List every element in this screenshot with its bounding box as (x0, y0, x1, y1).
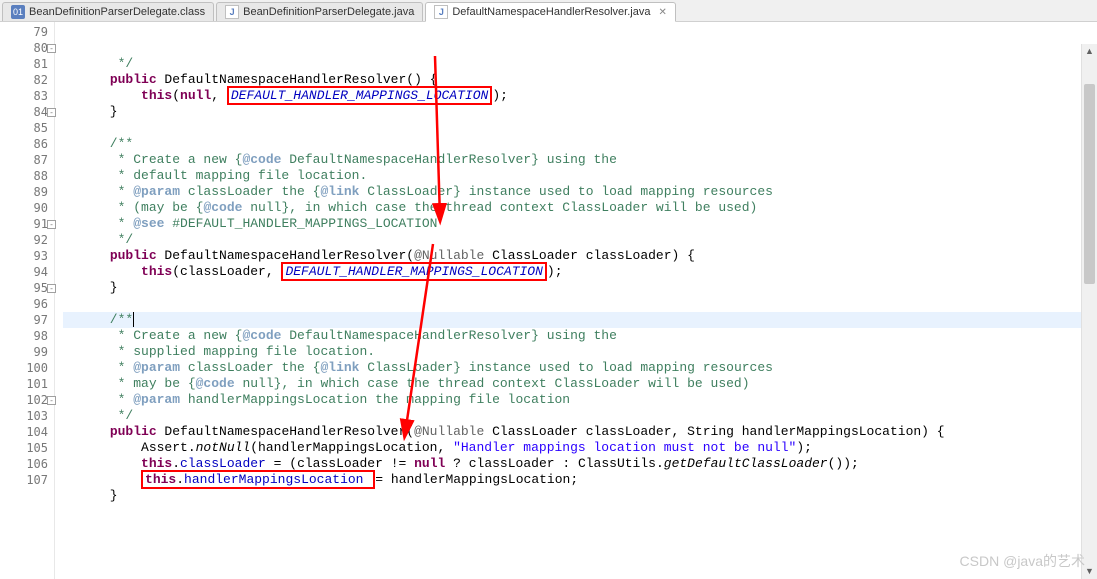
line-number: 104 (0, 424, 54, 440)
code-line[interactable] (63, 296, 1097, 312)
tab-defaultns-java[interactable]: J DefaultNamespaceHandlerResolver.java ✕ (425, 2, 676, 22)
code-line[interactable]: * default mapping file location. (63, 168, 1097, 184)
line-number: 91- (0, 216, 54, 232)
editor-tabs: 01 BeanDefinitionParserDelegate.class J … (0, 0, 1097, 22)
line-number: 84- (0, 104, 54, 120)
line-number: 102- (0, 392, 54, 408)
scroll-up-icon[interactable]: ▲ (1082, 44, 1097, 59)
line-number: 107 (0, 472, 54, 488)
close-icon[interactable]: ✕ (658, 7, 666, 18)
line-number: 95- (0, 280, 54, 296)
tab-label: BeanDefinitionParserDelegate.class (29, 6, 205, 18)
tab-label: BeanDefinitionParserDelegate.java (243, 6, 414, 18)
editor-area: 7980-81828384-85868788899091-92939495-96… (0, 22, 1097, 579)
tab-beandef-class[interactable]: 01 BeanDefinitionParserDelegate.class (2, 2, 214, 21)
line-number: 105 (0, 440, 54, 456)
line-number: 82 (0, 72, 54, 88)
line-number: 94 (0, 264, 54, 280)
line-number: 96 (0, 296, 54, 312)
code-line[interactable]: * may be {@code null}, in which case the… (63, 376, 1097, 392)
code-line[interactable]: /** (63, 136, 1097, 152)
line-number: 90 (0, 200, 54, 216)
scroll-thumb[interactable] (1084, 84, 1095, 284)
line-number: 97 (0, 312, 54, 328)
line-number: 101 (0, 376, 54, 392)
code-line[interactable]: } (63, 104, 1097, 120)
code-line[interactable]: * supplied mapping file location. (63, 344, 1097, 360)
line-number: 83 (0, 88, 54, 104)
line-number: 86 (0, 136, 54, 152)
code-line[interactable]: this(classLoader, DEFAULT_HANDLER_MAPPIN… (63, 264, 1097, 280)
line-number: 81 (0, 56, 54, 72)
line-number: 103 (0, 408, 54, 424)
code-line[interactable]: * @see #DEFAULT_HANDLER_MAPPINGS_LOCATIO… (63, 216, 1097, 232)
line-number: 88 (0, 168, 54, 184)
line-number: 106 (0, 456, 54, 472)
line-number: 93 (0, 248, 54, 264)
code-line[interactable]: public DefaultNamespaceHandlerResolver(@… (63, 248, 1097, 264)
line-number: 99 (0, 344, 54, 360)
line-number: 85 (0, 120, 54, 136)
code-line[interactable]: this.handlerMappingsLocation = handlerMa… (63, 472, 1097, 488)
code-line[interactable]: this(null, DEFAULT_HANDLER_MAPPINGS_LOCA… (63, 88, 1097, 104)
line-number-gutter[interactable]: 7980-81828384-85868788899091-92939495-96… (0, 22, 55, 579)
java-file-icon: J (225, 5, 239, 19)
class-file-icon: 01 (11, 5, 25, 19)
code-line[interactable]: /** (63, 312, 1097, 328)
line-number: 92 (0, 232, 54, 248)
code-line[interactable]: */ (63, 408, 1097, 424)
line-number: 80- (0, 40, 54, 56)
code-line[interactable]: } (63, 280, 1097, 296)
tab-label: DefaultNamespaceHandlerResolver.java (452, 6, 650, 18)
code-line[interactable]: * Create a new {@code DefaultNamespaceHa… (63, 152, 1097, 168)
code-line[interactable]: Assert.notNull(handlerMappingsLocation, … (63, 440, 1097, 456)
line-number: 98 (0, 328, 54, 344)
code-line[interactable]: } (63, 488, 1097, 504)
code-line[interactable]: */ (63, 56, 1097, 72)
code-line[interactable]: * Create a new {@code DefaultNamespaceHa… (63, 328, 1097, 344)
code-line[interactable]: * @param handlerMappingsLocation the map… (63, 392, 1097, 408)
code-line[interactable]: * @param classLoader the {@link ClassLoa… (63, 360, 1097, 376)
line-number: 89 (0, 184, 54, 200)
watermark-text: CSDN @java的艺术 (960, 551, 1085, 571)
code-line[interactable]: * @param classLoader the {@link ClassLoa… (63, 184, 1097, 200)
tab-beandef-java[interactable]: J BeanDefinitionParserDelegate.java (216, 2, 423, 21)
java-file-icon: J (434, 5, 448, 19)
line-number: 100 (0, 360, 54, 376)
code-line[interactable]: public DefaultNamespaceHandlerResolver()… (63, 72, 1097, 88)
code-line[interactable]: public DefaultNamespaceHandlerResolver(@… (63, 424, 1097, 440)
code-line[interactable] (63, 504, 1097, 520)
code-content[interactable]: */ public DefaultNamespaceHandlerResolve… (55, 22, 1097, 579)
code-line[interactable] (63, 120, 1097, 136)
vertical-scrollbar[interactable]: ▲ ▼ (1081, 44, 1097, 579)
line-number: 87 (0, 152, 54, 168)
code-line[interactable]: * (may be {@code null}, in which case th… (63, 200, 1097, 216)
code-line[interactable]: */ (63, 232, 1097, 248)
line-number: 79 (0, 24, 54, 40)
